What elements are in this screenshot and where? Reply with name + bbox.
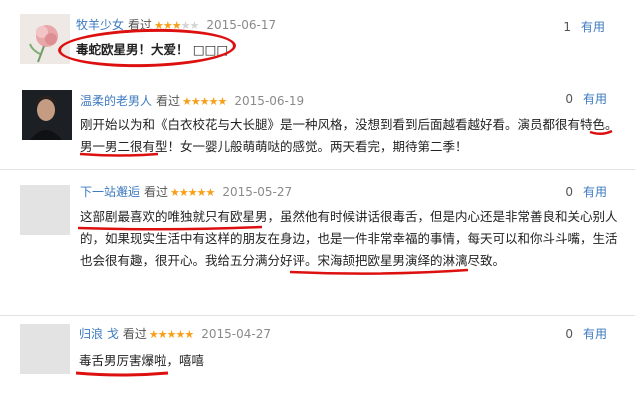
review-date: 2015-06-17 bbox=[206, 18, 277, 32]
review-content: 毒蛇欧星男！大爱！ □□□ bbox=[76, 42, 229, 57]
review-item: 牧羊少女 看过 ★★★★★ 2015-06-17 1 有用 毒蛇欧星男！大爱！ □□□ bbox=[0, 0, 635, 78]
red-underline-annotation bbox=[75, 371, 169, 377]
star-icon: ★ bbox=[154, 19, 164, 32]
review-item: 下一站邂逅 看过 ★★★★★ 2015-05-27 0 有用 这部剧最喜欢的唯独就只有欧… bbox=[0, 178, 635, 298]
review-meta: 牧羊少女 看过 ★★★★★ 2015-06-17 bbox=[76, 17, 276, 34]
review-item: 归浪 戈看过 ★★★★★ 2015-04-27 0 有用 毒舌男厉害爆啦，嘻嘻 bbox=[0, 315, 635, 405]
avatar[interactable] bbox=[20, 14, 70, 64]
helpful-count: 1 bbox=[563, 20, 571, 34]
star-icon: ★ bbox=[189, 19, 200, 32]
helpful-button[interactable]: 有用 bbox=[581, 20, 605, 34]
star-icon: ★ bbox=[180, 19, 191, 32]
rating-stars: ★★★★★ bbox=[154, 19, 200, 32]
star-icon: ★ bbox=[162, 19, 173, 32]
flower-avatar-icon bbox=[20, 14, 70, 64]
star-icon: ★ bbox=[171, 19, 182, 32]
watched-label: 看过 bbox=[128, 18, 153, 32]
red-underline-annotation bbox=[77, 225, 469, 275]
review-item: 温柔的老男人 看过 ★★★★★ 2015-06-19 0 有用 刚开始以为和《白衣校花与… bbox=[0, 84, 635, 170]
red-underline-annotation bbox=[79, 129, 613, 157]
helpful-area: 1 有用 bbox=[563, 19, 605, 35]
username-link[interactable]: 牧羊少女 bbox=[76, 18, 124, 32]
